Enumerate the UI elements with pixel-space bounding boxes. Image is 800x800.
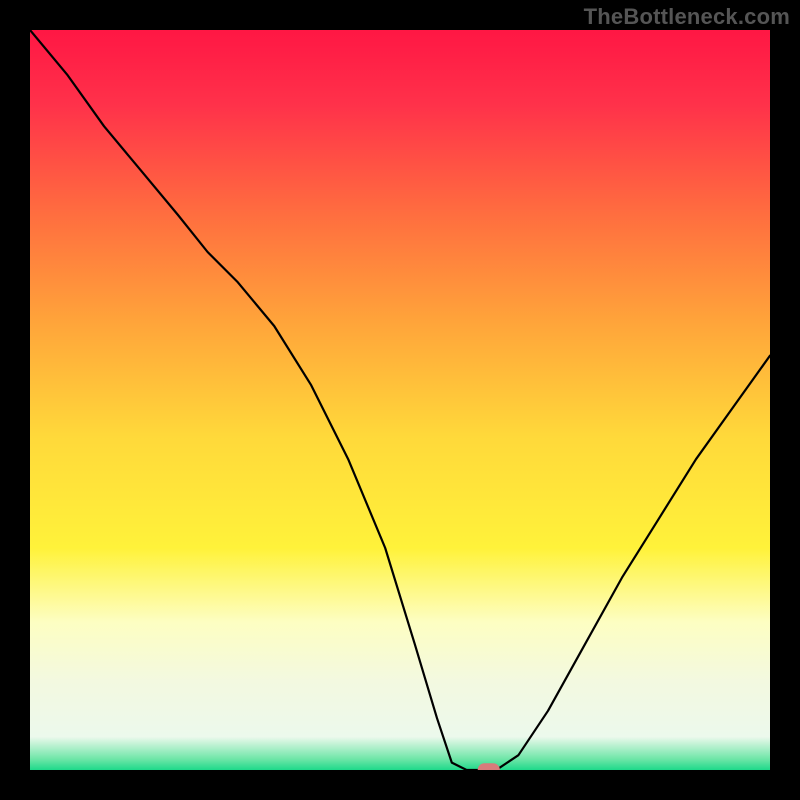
chart-svg [30, 30, 770, 770]
heatmap-background [30, 30, 770, 770]
plot-area [30, 30, 770, 770]
optimum-marker [478, 763, 500, 770]
chart-frame: TheBottleneck.com [0, 0, 800, 800]
watermark-text: TheBottleneck.com [584, 4, 790, 30]
